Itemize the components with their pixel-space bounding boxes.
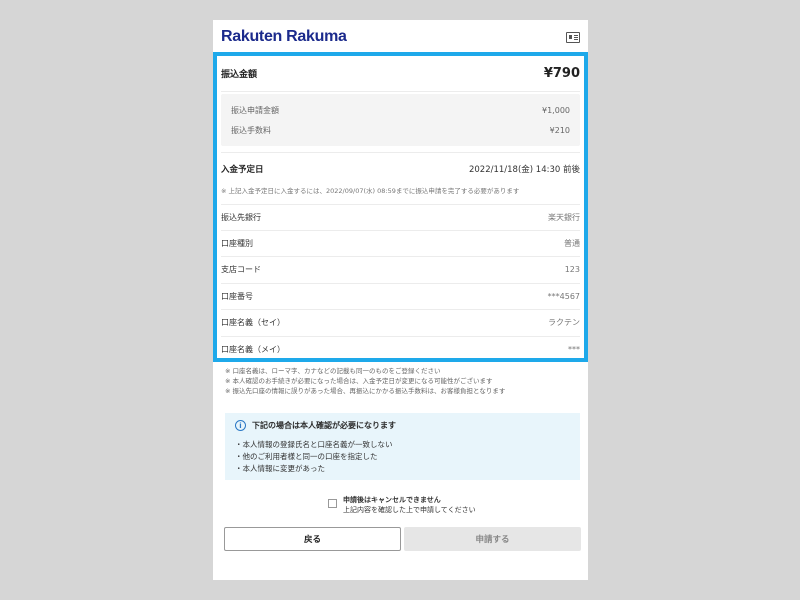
detail-value: ラクテン	[548, 318, 580, 328]
breakdown-label: 振込手数料	[231, 125, 271, 135]
breakdown-row: 振込手数料 ¥210	[231, 120, 570, 140]
info-title: i 下記の場合は本人確認が必要になります	[235, 420, 570, 431]
detail-label: 口座種別	[221, 238, 253, 248]
app-screen: Rakuten Rakuma 振込金額 ¥790 振込申請金額 ¥1,000 振…	[213, 20, 588, 580]
breakdown-value: ¥1,000	[542, 105, 570, 115]
transfer-amount-label: 振込金額	[221, 70, 258, 80]
id-card-icon[interactable]	[566, 31, 580, 43]
detail-value: 楽天銀行	[548, 212, 580, 222]
notes-list: ※ 口座名義は、ローマ字、カナなどの記載も同一のものをご登録ください ※ 本人確…	[225, 366, 580, 396]
breakdown-label: 振込申請金額	[231, 105, 279, 115]
detail-value: 普通	[564, 238, 580, 248]
info-list-item: ・本人情報に変更があった	[235, 464, 325, 473]
detail-row-account-name-sei: 口座名義（セイ） ラクテン	[221, 310, 580, 337]
detail-value: 123	[564, 265, 580, 275]
transfer-summary: 振込金額 ¥790 振込申請金額 ¥1,000 振込手数料 ¥210 入金予定日…	[221, 56, 580, 363]
info-list-item: ・他のご利用者様と同一の口座を指定した	[235, 452, 378, 461]
note-item: ※ 口座名義は、ローマ字、カナなどの記載も同一のものをご登録ください	[225, 367, 441, 375]
transfer-amount-value: ¥790	[543, 66, 580, 81]
apply-button[interactable]: 申請する	[404, 527, 581, 551]
agreement-text: 申請後はキャンセルできません 上記内容を確認した上で申請してください	[343, 495, 476, 515]
note-item: ※ 本人確認のお手続きが必要になった場合は、入金予定日が変更になる可能性がござい…	[225, 377, 493, 385]
identity-verification-info: i 下記の場合は本人確認が必要になります ・本人情報の登録氏名と口座名義が一致し…	[225, 413, 580, 480]
agreement-title: 申請後はキャンセルできません	[343, 496, 441, 504]
detail-label: 振込先銀行	[221, 212, 261, 222]
back-button[interactable]: 戻る	[224, 527, 401, 551]
note-item: ※ 振込先口座の情報に誤りがあった場合、再振込にかかる振込手数料は、お客様負担と…	[225, 387, 506, 395]
detail-row-bank: 振込先銀行 楽天銀行	[221, 204, 580, 231]
agreement-checkbox[interactable]	[328, 499, 337, 508]
detail-label: 口座名義（セイ）	[221, 318, 285, 328]
detail-row-branch-code: 支店コード 123	[221, 257, 580, 284]
detail-label: 口座番号	[221, 291, 253, 301]
transfer-amount-row: 振込金額 ¥790	[221, 56, 580, 92]
detail-label: 口座名義（メイ）	[221, 345, 285, 355]
deposit-date-value: 2022/11/18(金) 14:30 前後	[468, 165, 580, 175]
app-header: Rakuten Rakuma	[213, 20, 588, 54]
rakuten-rakuma-logo[interactable]: Rakuten Rakuma	[221, 28, 347, 46]
agreement-checkbox-row[interactable]: 申請後はキャンセルできません 上記内容を確認した上で申請してください	[328, 495, 476, 515]
detail-value: ***4567	[547, 291, 580, 301]
detail-row-account-type: 口座種別 普通	[221, 231, 580, 257]
info-list: ・本人情報の登録氏名と口座名義が一致しない ・他のご利用者様と同一の口座を指定し…	[235, 439, 570, 475]
amount-breakdown: 振込申請金額 ¥1,000 振込手数料 ¥210	[221, 94, 580, 146]
info-list-item: ・本人情報の登録氏名と口座名義が一致しない	[235, 440, 393, 449]
breakdown-value: ¥210	[549, 125, 570, 135]
info-icon: i	[235, 420, 246, 431]
breakdown-row: 振込申請金額 ¥1,000	[231, 100, 570, 120]
deposit-date-block: 入金予定日 2022/11/18(金) 14:30 前後 ※ 上記入金予定日に入…	[221, 152, 580, 204]
detail-label: 支店コード	[221, 265, 261, 275]
detail-value: ***	[568, 345, 580, 355]
detail-row-account-number: 口座番号 ***4567	[221, 284, 580, 310]
detail-row-account-name-mei: 口座名義（メイ） ***	[221, 337, 580, 364]
deposit-date-row: 入金予定日 2022/11/18(金) 14:30 前後	[221, 163, 580, 175]
deposit-date-note: ※ 上記入金予定日に入金するには、2022/09/07(水) 08:59までに振…	[221, 187, 520, 195]
info-title-text: 下記の場合は本人確認が必要になります	[252, 421, 396, 430]
deposit-date-label: 入金予定日	[221, 165, 264, 175]
agreement-subtitle: 上記内容を確認した上で申請してください	[343, 506, 476, 514]
